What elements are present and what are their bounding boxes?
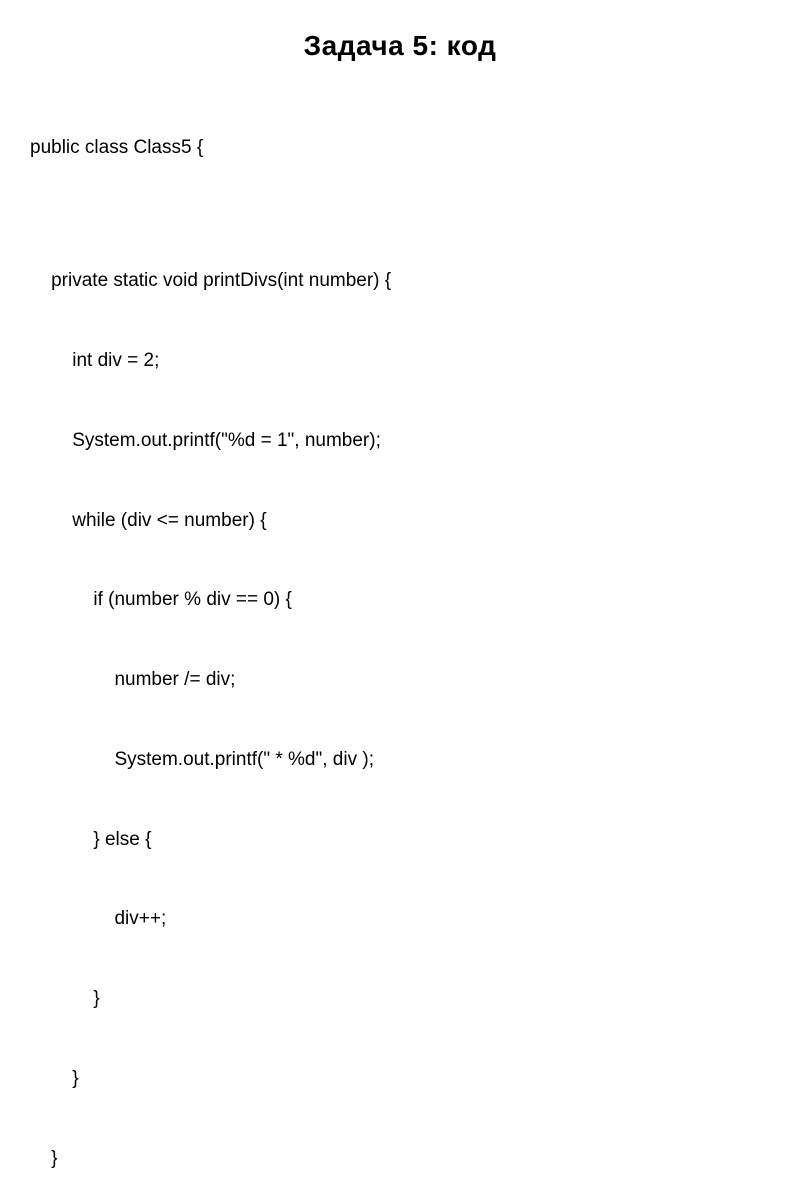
slide-container: Задача 5: код public class Class5 { priv… — [0, 0, 800, 600]
code-line: System.out.printf("%d = 1", number); — [30, 428, 770, 455]
code-line: } — [30, 1066, 770, 1093]
code-block: public class Class5 { private static voi… — [30, 82, 770, 1200]
code-line: } — [30, 986, 770, 1013]
code-line: System.out.printf(" * %d", div ); — [30, 747, 770, 774]
code-line: while (div <= number) { — [30, 508, 770, 535]
code-line: div++; — [30, 906, 770, 933]
code-line: public class Class5 { — [30, 135, 770, 162]
code-line: number /= div; — [30, 667, 770, 694]
code-line: if (number % div == 0) { — [30, 587, 770, 614]
slide-title: Задача 5: код — [30, 30, 770, 62]
code-line: int div = 2; — [30, 348, 770, 375]
code-line: } else { — [30, 827, 770, 854]
code-line: private static void printDivs(int number… — [30, 268, 770, 295]
code-line: } — [30, 1146, 770, 1173]
